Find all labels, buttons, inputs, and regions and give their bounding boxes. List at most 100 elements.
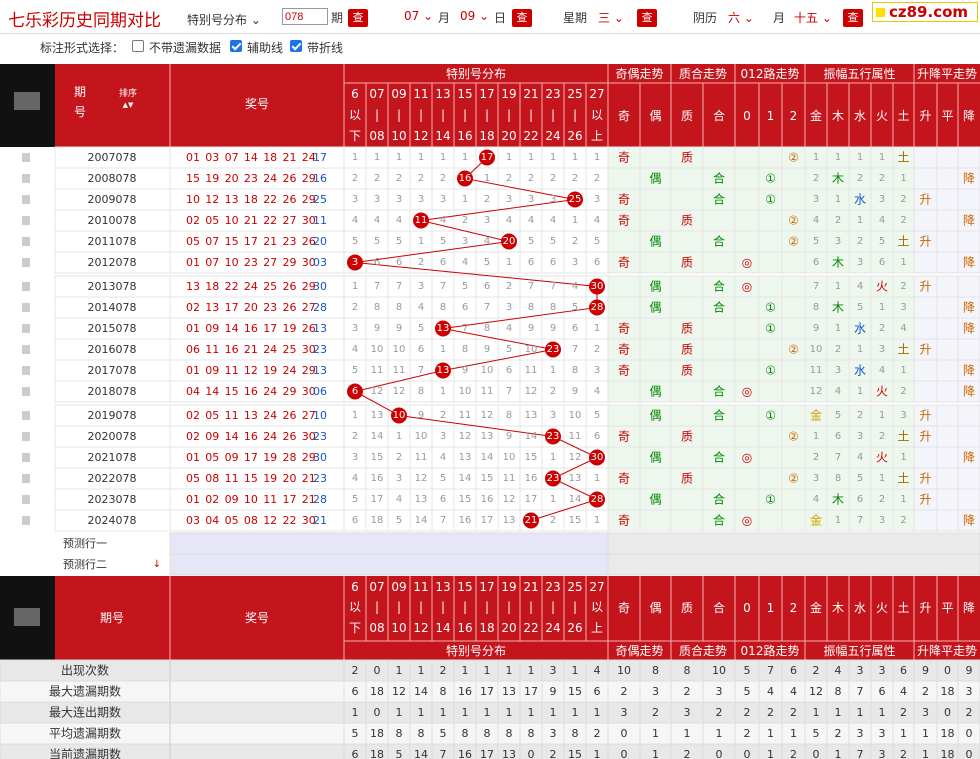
sub-cell <box>639 509 672 532</box>
omission-value: 17 <box>525 494 538 505</box>
omission-value: 2 <box>857 410 863 421</box>
omission-value: 6 <box>352 515 358 526</box>
dist-col-head: 24 <box>545 129 560 143</box>
query-button-lunar[interactable]: 查 <box>843 9 863 27</box>
stats-value: 1 <box>922 748 929 759</box>
omission-value: 12 <box>481 410 494 421</box>
ball-number: 02 <box>186 430 200 443</box>
sub-cell <box>639 317 672 340</box>
omission-value: 6 <box>440 257 446 268</box>
attr-mark: 土 <box>897 343 909 357</box>
stats-value: 6 <box>790 664 797 677</box>
query-button-weekday[interactable]: 查 <box>637 9 657 27</box>
period-input[interactable] <box>282 8 328 25</box>
attr-mark: 升 <box>919 280 931 294</box>
omission-value: 8 <box>528 302 534 313</box>
omission-value: 1 <box>900 173 906 184</box>
checkbox-guide-line[interactable] <box>230 40 242 52</box>
omission-value: 2 <box>813 173 819 184</box>
dist-group-label: 特别号分布 <box>446 643 506 658</box>
site-logo[interactable]: cz89.com <box>872 2 978 22</box>
omission-value: 1 <box>550 365 556 376</box>
ball-number: 14 <box>225 322 239 335</box>
stats-value: 4 <box>790 685 797 698</box>
omission-value: 1 <box>528 152 534 163</box>
omission-value: 3 <box>506 302 512 313</box>
stats-value: 0 <box>944 706 951 719</box>
sub-cell <box>936 188 959 211</box>
attr-mark: 土 <box>897 235 909 249</box>
dist-col-head: 上 <box>591 129 603 143</box>
omission-value: 1 <box>835 152 841 163</box>
query-button-date[interactable]: 查 <box>512 9 532 27</box>
row-thumb-icon <box>22 516 30 525</box>
sub-col-head: 降 <box>963 601 975 615</box>
ball-number: 01 <box>186 256 200 269</box>
weekday-select[interactable]: 三 ⌄ <box>598 9 624 26</box>
omission-value: 6 <box>835 431 841 442</box>
stats-value: 16 <box>458 685 472 698</box>
ball-number: 07 <box>205 235 219 248</box>
special-number: 23 <box>313 343 327 356</box>
omission-value: 4 <box>440 452 446 463</box>
ball-number: 24 <box>263 343 277 356</box>
omission-value: 1 <box>440 152 446 163</box>
omission-value: 4 <box>879 365 885 376</box>
omission-value: 1 <box>594 515 600 526</box>
omission-value: 5 <box>528 236 534 247</box>
row-thumb-icon <box>22 411 30 420</box>
omission-value: 1 <box>879 302 885 313</box>
row-thumb-icon <box>22 324 30 333</box>
omission-value: 2 <box>572 236 578 247</box>
sub-cell <box>639 338 672 361</box>
omission-value: 3 <box>835 236 841 247</box>
stats-label: 出现次数 <box>61 663 109 678</box>
special-number: 23 <box>313 472 327 485</box>
sub-cell <box>702 146 736 169</box>
sub-cell <box>913 167 938 190</box>
row-thumb-icon <box>22 366 30 375</box>
page-title: 七乐彩历史同期对比 <box>8 11 161 31</box>
options-bar: 标注形式选择： 不带遗漏数据 辅助线 带折线 <box>0 34 980 58</box>
omission-value: 3 <box>879 344 885 355</box>
attr-mark: 质 <box>681 430 693 444</box>
ball-number: 24 <box>283 364 297 377</box>
sub-cell <box>957 404 980 427</box>
omission-value: 8 <box>462 344 468 355</box>
lunar-month-select[interactable]: 六 ⌄ <box>728 9 754 26</box>
omission-value: 16 <box>371 473 384 484</box>
omission-value: 1 <box>550 152 556 163</box>
omission-value: 4 <box>396 494 402 505</box>
day-select[interactable]: 09 ⌄ <box>460 9 489 23</box>
ball-number: 24 <box>263 430 277 443</box>
period-value: 2023078 <box>88 493 137 506</box>
sub-cell <box>670 296 704 319</box>
stats-value: 3 <box>879 664 886 677</box>
stats-value: 18 <box>941 748 955 759</box>
attr-mark: 合 <box>713 300 725 315</box>
stats-value: 4 <box>900 685 907 698</box>
checkbox-no-omission[interactable] <box>132 40 144 52</box>
sub-col-head: 火 <box>876 601 888 615</box>
special-ball-value: 6 <box>352 386 358 397</box>
checkbox-polyline[interactable] <box>290 40 302 52</box>
stats-value: 0 <box>621 727 628 740</box>
omission-value: 2 <box>879 494 885 505</box>
parity-group-label: 奇偶走势 <box>615 644 663 658</box>
sub-col-head: 平 <box>941 109 953 123</box>
ball-number: 12 <box>244 364 258 377</box>
sub-cell <box>758 446 783 469</box>
query-button-period[interactable]: 查 <box>348 9 368 27</box>
lunar-day-select[interactable]: 十五 ⌄ <box>794 9 832 26</box>
special-number: 10 <box>313 409 327 422</box>
distribution-select[interactable]: 特别号分布 ⌄ <box>187 11 261 28</box>
omission-value: 3 <box>418 281 424 292</box>
omission-value: 12 <box>810 386 823 397</box>
month-select[interactable]: 07 ⌄ <box>404 9 433 23</box>
omission-value: 1 <box>857 386 863 397</box>
predict-input-cell[interactable] <box>169 553 609 576</box>
omission-value: 2 <box>440 173 446 184</box>
omission-value: 6 <box>594 257 600 268</box>
predict-input-cell[interactable] <box>169 532 609 555</box>
ball-number: 22 <box>263 193 277 206</box>
